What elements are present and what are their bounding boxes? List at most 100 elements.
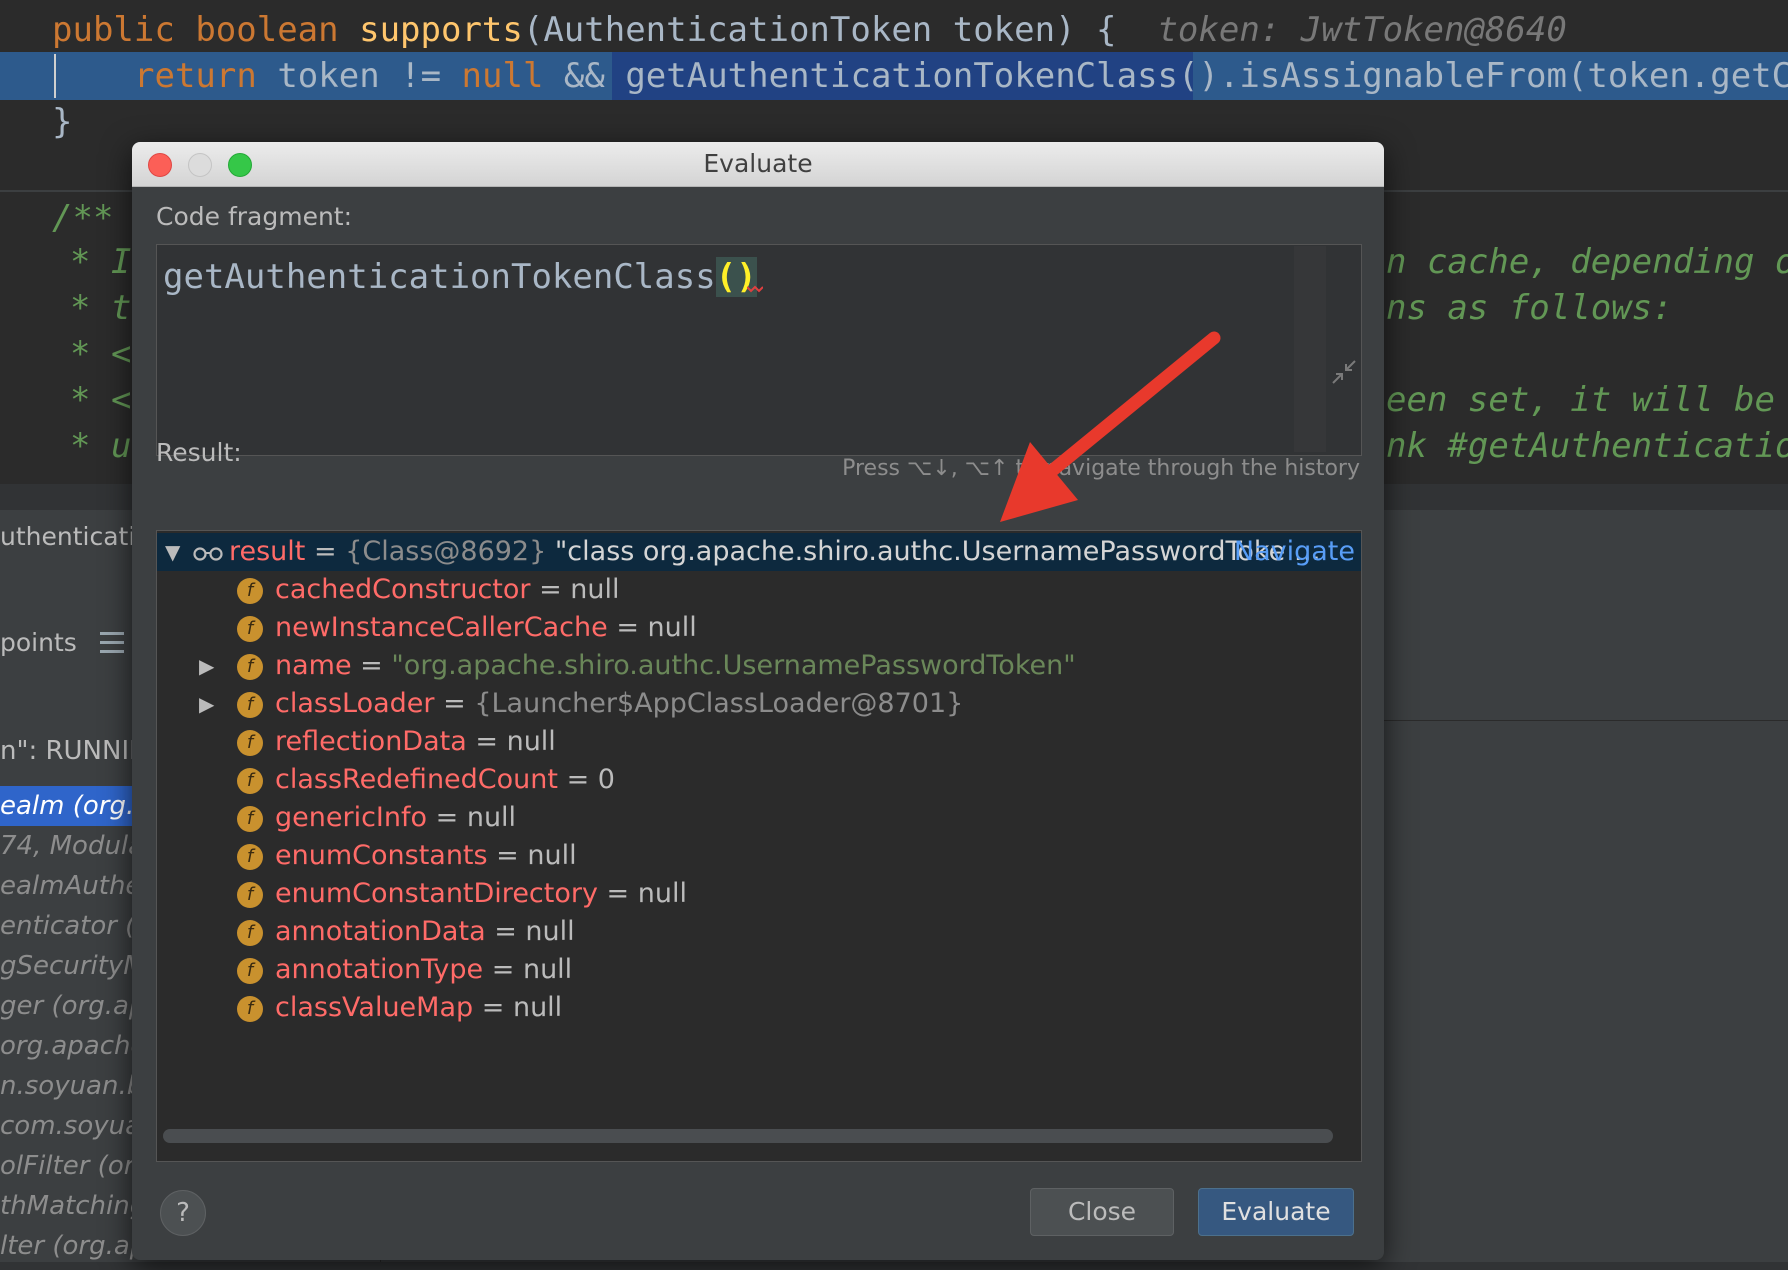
thread-status[interactable]: n": RUNNIN <box>0 736 149 766</box>
stack-frame-item[interactable]: org.apache. <box>0 1026 140 1066</box>
stack-frame-item[interactable]: thMatching <box>0 1186 140 1226</box>
error-squiggle-icon <box>747 285 763 293</box>
field-value: null <box>466 802 517 833</box>
javadoc-line-right: n cache, depending on <box>1386 242 1788 282</box>
breakpoints-label[interactable]: points <box>0 628 77 657</box>
field-icon: f <box>237 806 263 832</box>
keyword-null: null <box>461 56 544 96</box>
field-row-annotationData[interactable]: f annotationData = null <box>157 913 1361 951</box>
field-row-classRedefinedCount[interactable]: f classRedefinedCount = 0 <box>157 761 1361 799</box>
field-icon: f <box>237 844 263 870</box>
field-value: null <box>522 954 573 985</box>
field-icon: f <box>237 730 263 756</box>
collapse-icon[interactable] <box>1331 359 1357 385</box>
field-icon: f <box>237 920 263 946</box>
field-text: classRedefinedCount = 0 <box>275 761 615 799</box>
javadoc-line-left: * I <box>70 242 132 282</box>
field-value: null <box>647 612 697 643</box>
javadoc-line-right: nk #getAuthentication <box>1386 426 1788 466</box>
stack-frame-item[interactable]: lter (org.ap <box>0 1226 140 1266</box>
stack-frame-item[interactable]: gSecurityM <box>0 946 140 986</box>
stack-frame-item[interactable]: 74, Modula <box>0 826 140 866</box>
field-row-reflectionData[interactable]: f reflectionData = null <box>157 723 1361 761</box>
field-text: enumConstants = null <box>275 837 577 875</box>
list-icon[interactable] <box>100 632 124 654</box>
field-text: genericInfo = null <box>275 799 516 837</box>
selected-call-expression: getAuthenticationTokenClass() <box>625 56 1219 96</box>
field-row-annotationType[interactable]: f annotationType = null <box>157 951 1361 989</box>
stack-frame-item[interactable]: olFilter (org <box>0 1146 140 1186</box>
result-type: {Class@8692} <box>345 536 547 567</box>
code-call-chain: .isAssignableFrom(token.getCla <box>1218 56 1788 96</box>
field-text: reflectionData = null <box>275 723 556 761</box>
field-name: classRedefinedCount <box>275 764 558 795</box>
field-row-name[interactable]: ▶ f name = "org.apache.shiro.authc.Usernam… <box>157 647 1361 685</box>
result-text: result = {Class@8692} "class org.apache.… <box>229 533 1321 571</box>
field-row-classLoader[interactable]: ▶ f classLoader = {Launcher$AppClassLoader… <box>157 685 1361 723</box>
dialog-titlebar[interactable]: Evaluate <box>132 142 1384 187</box>
field-row-enumConstants[interactable]: f enumConstants = null <box>157 837 1361 875</box>
result-root-row[interactable]: ▼ result = {Class@8692} "class org.apach… <box>157 533 1361 571</box>
expand-arrow-icon[interactable]: ▶ <box>199 647 214 685</box>
field-icon: f <box>237 578 263 604</box>
text-caret <box>54 54 56 98</box>
history-hint: Press ⌥↓, ⌥↑ to navigate through the his… <box>842 456 1360 481</box>
javadoc-line-left: * < <box>70 380 132 420</box>
method-params: (AuthenticationToken token) { <box>522 10 1117 50</box>
evaluate-button[interactable]: Evaluate <box>1198 1188 1354 1236</box>
method-name: supports <box>359 10 523 50</box>
help-button[interactable]: ? <box>160 1190 206 1236</box>
field-icon: f <box>237 882 263 908</box>
collapse-arrow-icon[interactable]: ▼ <box>165 533 180 571</box>
field-row-genericInfo[interactable]: f genericInfo = null <box>157 799 1361 837</box>
code-line-return[interactable]: return token != null && getAuthenticatio… <box>134 54 1788 98</box>
stack-frame-item[interactable]: ealmAuther <box>0 866 140 906</box>
field-row-classValueMap[interactable]: f classValueMap = null <box>157 989 1361 1027</box>
navigate-link[interactable]: Navigate <box>1234 533 1355 571</box>
field-icon: f <box>237 616 263 642</box>
stack-frame-item[interactable]: n.soyuan.bi <box>0 1066 140 1106</box>
code-fragment-scrollbar[interactable] <box>1294 246 1326 452</box>
field-icon: f <box>237 692 263 718</box>
field-text: annotationType = null <box>275 951 572 989</box>
javadoc-line-left: * u <box>70 426 132 466</box>
field-text: name = "org.apache.shiro.authc.UsernameP… <box>275 647 1076 685</box>
field-equals: = <box>351 650 392 681</box>
field-text: annotationData = null <box>275 913 575 951</box>
stack-frame-item[interactable]: enticator ( <box>0 906 140 946</box>
stack-frame-item[interactable]: com.soyuan <box>0 1106 140 1146</box>
field-text: cachedConstructor = null <box>275 571 620 609</box>
dialog-title: Evaluate <box>703 149 813 178</box>
field-value: 0 <box>597 764 615 795</box>
result-equals: = <box>305 536 346 567</box>
close-button[interactable]: Close <box>1030 1188 1174 1236</box>
field-name: classLoader <box>275 688 435 719</box>
field-value: {Launcher$AppClassLoader@8701} <box>474 688 964 719</box>
field-text: classLoader = {Launcher$AppClassLoader@8… <box>275 685 963 723</box>
stack-frame-item[interactable]: ger (org.ap <box>0 986 140 1026</box>
field-icon: f <box>237 654 263 680</box>
field-icon: f <box>237 996 263 1022</box>
field-equals: = <box>427 802 467 833</box>
javadoc-line-left: * < <box>70 334 132 374</box>
keyword-return: return <box>134 56 257 96</box>
field-name: enumConstants <box>275 840 488 871</box>
javadoc-line-left: * t <box>70 288 132 328</box>
code-line-closing-brace[interactable]: } <box>52 100 72 144</box>
field-row-cachedConstructor[interactable]: f cachedConstructor = null <box>157 571 1361 609</box>
field-equals: = <box>530 574 571 605</box>
result-label: Result: <box>156 438 242 467</box>
result-horizontal-scrollbar[interactable] <box>163 1129 1333 1143</box>
field-text: classValueMap = null <box>275 989 562 1027</box>
field-row-enumConstantDirectory[interactable]: f enumConstantDirectory = null <box>157 875 1361 913</box>
result-tree[interactable]: ▼ result = {Class@8692} "class org.apach… <box>156 530 1362 1162</box>
expand-arrow-icon[interactable]: ▶ <box>199 685 214 723</box>
field-value: null <box>525 916 575 947</box>
field-equals: = <box>607 612 648 643</box>
stack-frame-item[interactable]: ealm (org.a <box>0 786 140 826</box>
field-equals: = <box>487 840 528 871</box>
field-name: annotationData <box>275 916 486 947</box>
field-row-newInstanceCallerCache[interactable]: f newInstanceCallerCache = null <box>157 609 1361 647</box>
code-line-method-signature[interactable]: public boolean supports(AuthenticationTo… <box>52 8 1567 52</box>
code-fragment-editor[interactable]: getAuthenticationTokenClass() <box>156 244 1362 456</box>
